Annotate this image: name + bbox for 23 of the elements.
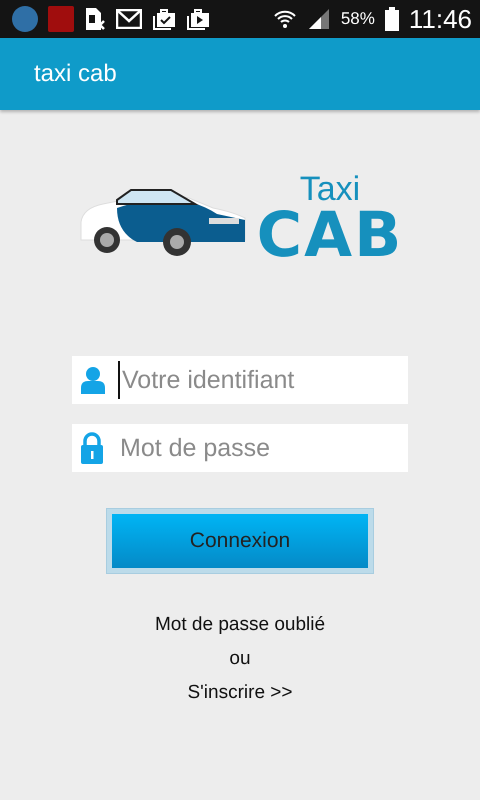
login-button[interactable]: Connexion: [112, 514, 368, 568]
signal-icon: [306, 7, 331, 31]
separator-text: ou: [229, 648, 251, 670]
mail-icon: [116, 9, 142, 29]
battery-percentage: 58%: [340, 9, 375, 29]
username-field[interactable]: Votre identifiant: [72, 356, 408, 404]
logo-text: Taxi: [300, 172, 360, 206]
user-icon: [80, 366, 106, 394]
lock-icon: [80, 432, 104, 464]
play-briefcase-icon: [186, 7, 210, 31]
text-link[interactable]: Mot de passe oublié: [154, 614, 326, 636]
app-title: taxi cab: [34, 60, 117, 88]
check-briefcase-icon: [152, 7, 176, 31]
app-icon: [12, 6, 38, 32]
password-field[interactable]: Mot de passe: [72, 424, 408, 472]
text-link[interactable]: S'inscrire >>: [187, 682, 292, 704]
app-icon: [48, 6, 74, 32]
logo-text: CAB: [256, 206, 404, 264]
text-input[interactable]: Mot de passe: [116, 429, 388, 467]
text-input[interactable]: Votre identifiant: [118, 361, 390, 399]
sim-card-icon: [84, 7, 106, 31]
clock-time: 11:46: [408, 4, 472, 34]
battery-icon: [384, 7, 399, 31]
